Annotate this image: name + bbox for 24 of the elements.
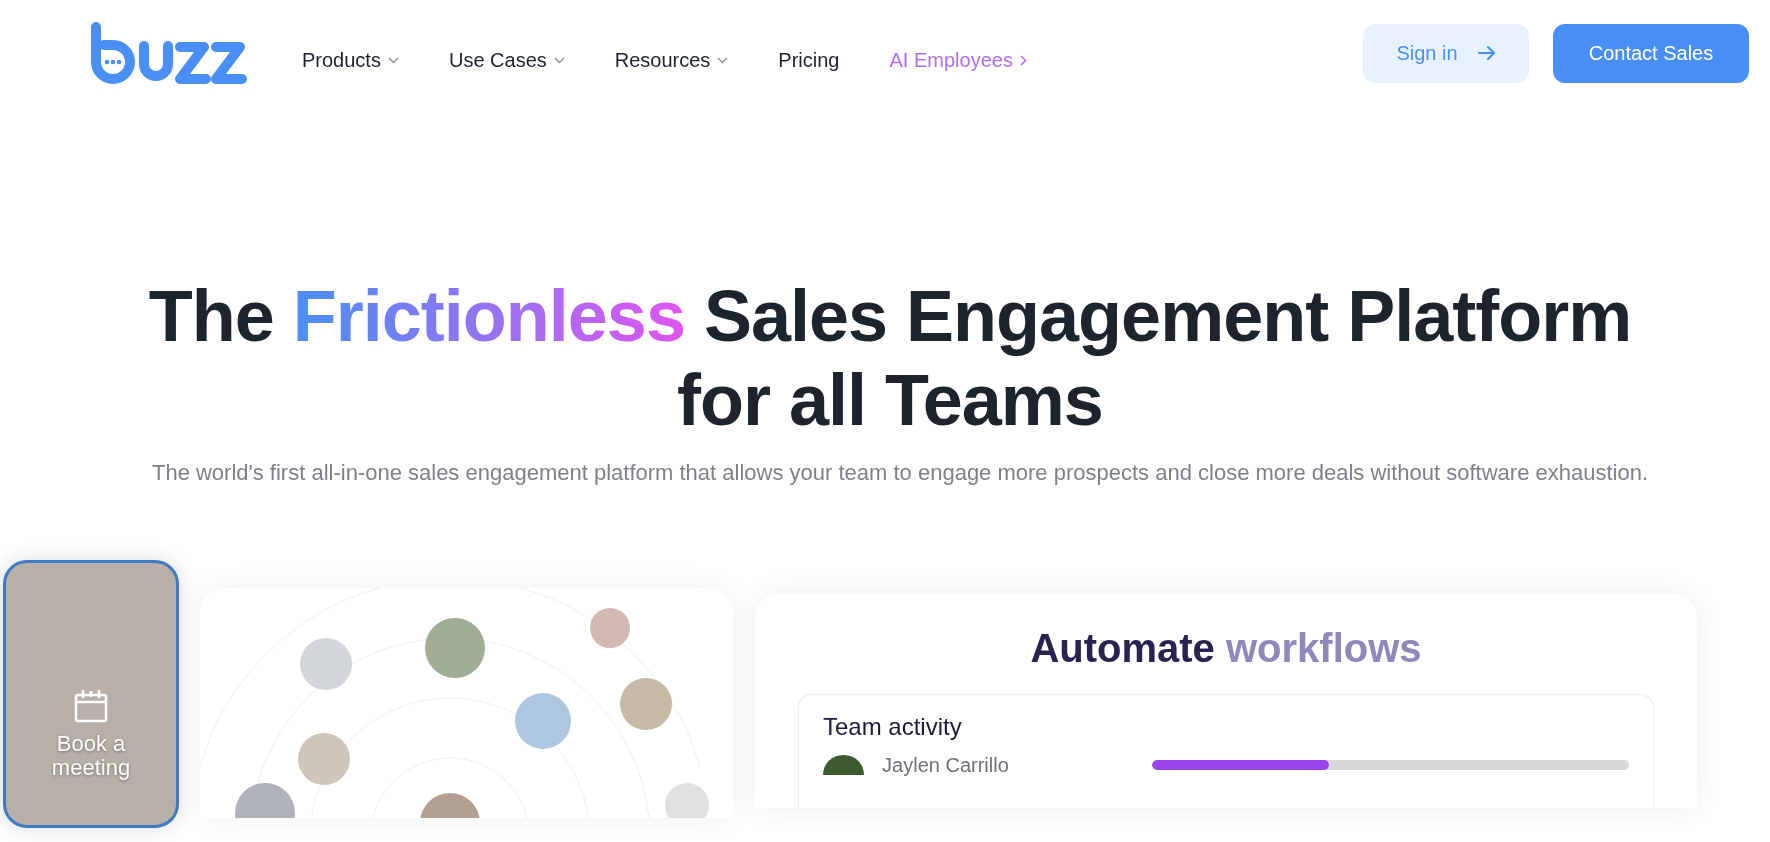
chevron-down-icon <box>387 56 399 64</box>
avatar-placeholder <box>515 693 571 749</box>
video-label: Book a meeting <box>50 732 132 780</box>
hero-subtitle: The world's first all-in-one sales engagement platform that allows your team to engage more prospects and close more deals without software exhaustion. <box>150 459 1650 487</box>
avatar-placeholder <box>300 638 352 690</box>
calendar-icon <box>73 688 109 724</box>
chevron-right-icon <box>1019 54 1027 66</box>
workflow-title: Automate workflows <box>1030 625 1422 672</box>
hero-heading: The Frictionless Sales Engagement Platform for all Teams <box>147 275 1633 442</box>
nav-link[interactable]: Use Cases <box>448 48 565 72</box>
chevron-down-icon <box>553 56 565 64</box>
arrow-right-icon <box>1477 45 1496 61</box>
nav-link[interactable]: Resources <box>614 48 729 72</box>
avatar-placeholder <box>590 608 630 648</box>
member-name: Jaylen Carrillo <box>882 755 1010 775</box>
avatar-placeholder <box>298 733 350 785</box>
chevron-down-icon <box>717 56 729 64</box>
avatar-placeholder <box>665 783 709 818</box>
nav-link[interactable]: Pricing <box>778 48 840 72</box>
avatar-placeholder <box>823 755 865 775</box>
nav-link[interactable]: Products <box>302 48 399 72</box>
avatar-placeholder <box>620 678 672 730</box>
panel-title: Team activity <box>823 713 963 741</box>
avatar-placeholder <box>425 618 485 678</box>
